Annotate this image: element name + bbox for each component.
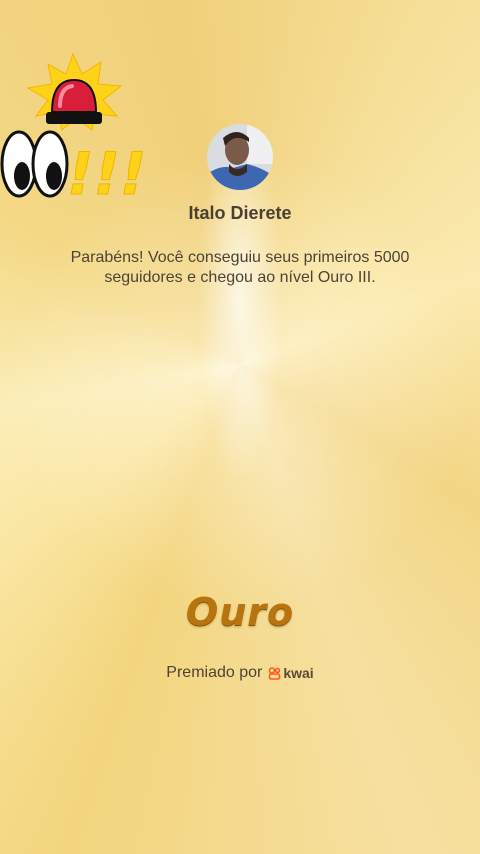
kwai-logo: kwai	[268, 665, 314, 681]
alarm-siren-eyes-sticker: !!!	[0, 52, 147, 209]
congratulations-message: Parabéns! Você conseguiu seus primeiros …	[70, 249, 410, 286]
user-avatar-photo-icon	[207, 124, 273, 190]
awarded-by-line: Premiado por kwai	[0, 664, 480, 682]
badge-level-title: Ouro	[185, 590, 295, 634]
user-avatar[interactable]	[207, 124, 273, 190]
user-name: Italo Dierete	[188, 203, 292, 223]
awarded-by-label: Premiado por	[166, 664, 263, 681]
kwai-brand-text: kwai	[283, 665, 314, 681]
exclamation-marks: !!!	[67, 140, 145, 202]
kwai-logo-icon	[269, 666, 281, 680]
